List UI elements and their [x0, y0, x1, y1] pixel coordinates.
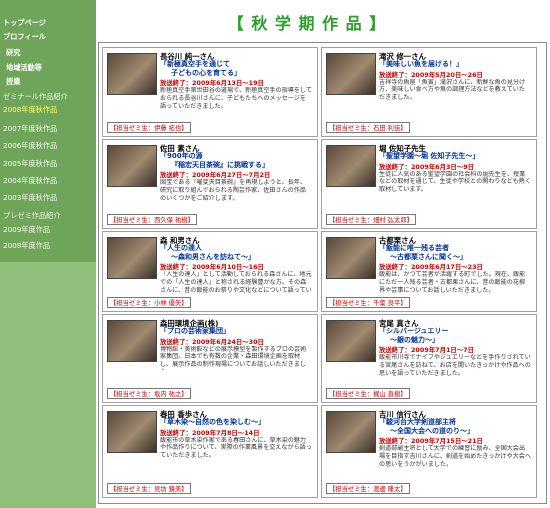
work-card: 宮尾 真さん 「シルバージュエリー 〜銀の魅力〜」 放送終了：2009年7月1日〜7日…	[321, 314, 537, 403]
work-card: 古都栗さん 「飯能に唯一残る芸者 〜古都栗さんに聞く〜」 放送終了：2009年6月17…	[321, 231, 537, 312]
work-description: 剣道部副主将として大学での練習に励み、全国大会出場を目指す吉川さんに、剣道を始め…	[379, 445, 531, 468]
seminar-student-credit: 【担当ゼミ生：小林 優矢】	[107, 297, 191, 308]
work-description: 飯能は、かつて芸者が活躍する町でした。現在、飯能にただ一人残る芸者・古都栗さんに…	[379, 271, 526, 294]
sidebar-item-2003-autumn[interactable]: 2003年度秋作品	[3, 193, 57, 202]
seminar-student-credit: 【担当ゼミ生：坂内 祐之】	[107, 388, 191, 399]
work-photo	[107, 53, 157, 95]
work-description: 「人生の達人」として活動しておられる森さんに、地元での「人生の達人」と称される経…	[160, 271, 312, 295]
work-photo	[107, 411, 157, 453]
work-description: 博物館・美術館などの展示模型を製作するプロの芸術家集団。日本でも有数の企業・森田…	[160, 345, 307, 370]
sidebar-item-top[interactable]: トップページ	[3, 18, 46, 27]
work-photo	[326, 237, 376, 279]
work-card: 滝沢 修一さん 「美味しい魚を届ける！」 放送終了：2009年5月20日〜26日 吉祥…	[321, 47, 537, 137]
seminar-student-credit: 【担当ゼミ生：畑村 弘太郎】	[326, 214, 416, 225]
work-card: 佐田 素さん 「900年の源 『稲宏天目茶碗』に挑戦する」 放送終了：2009年6月2…	[102, 139, 318, 229]
sidebar-item-2007-autumn[interactable]: 2007年度秋作品	[3, 124, 57, 133]
work-subtitle[interactable]: 「プロの芸術家集団」	[160, 327, 230, 335]
work-photo	[107, 145, 157, 187]
work-subtitle[interactable]: 〜森和男さんを訪ねて〜」	[171, 253, 255, 261]
sidebar-item-preseminar-works[interactable]: プレゼミ作品紹介	[3, 211, 61, 220]
work-subtitle[interactable]: 「900年の源	[160, 152, 203, 160]
work-subtitle[interactable]: 「聖望学園〜堀 佐知子先生〜」	[379, 152, 479, 160]
sidebar-item-2009-works[interactable]: 2009年度作品	[3, 225, 50, 234]
work-subtitle[interactable]: 「美味しい魚を届ける！」	[379, 60, 463, 68]
seminar-student-credit: 【担当ゼミ生：渡邊 隆太】	[326, 483, 410, 494]
sidebar-item-class[interactable]: 授業	[6, 77, 20, 86]
broadcast-date: 放送終了：2009年6月13日〜19日	[160, 79, 264, 88]
work-subtitle[interactable]: 「草木染〜自然の色を染しむ〜」	[160, 418, 265, 426]
work-description: 飯能市の草木染作家である春田さんに、草木染の魅力や作品作りについて、実際の作業風…	[160, 436, 312, 460]
broadcast-date: 放送終了：2009年6月17日〜23日	[379, 263, 483, 272]
work-description: 国宝である『曜変天目茶碗』を再現しようと、長年、研究に取り組んでおられる陶芸作家…	[160, 179, 306, 202]
sidebar: トップページ プロフィール 研究地域活動等授業ゼミナール作品紹介 2008年度秋作品 2…	[0, 0, 96, 508]
broadcast-date: 放送終了：2009年7月1日〜7日	[379, 346, 475, 355]
broadcast-date: 放送終了：2009年5月20日〜26日	[379, 70, 483, 79]
work-subtitle[interactable]: 子どもの心を育てる」	[171, 69, 241, 77]
work-photo	[107, 237, 157, 279]
work-subtitle[interactable]: 「飯能に唯一残る芸者	[379, 244, 449, 252]
seminar-student-credit: 【担当ゼミ生：石田 利佳】	[326, 122, 410, 133]
broadcast-date: 放送終了：2009年6月10日〜16日	[160, 263, 264, 272]
works-grid: 長谷川 純一さん 「新極真空手を通じて 子どもの心を育てる」 放送終了：2009年6月…	[98, 42, 547, 504]
page-title: 【 秋 学 期 作 品 】	[227, 14, 387, 33]
work-card: 堀 佐知子先生 「聖望学園〜堀 佐知子先生〜」 放送終了：2009年6月3日〜9日生…	[321, 139, 537, 229]
work-subtitle[interactable]: 〜全国大会への道のり〜」	[390, 427, 474, 435]
work-subtitle[interactable]: 「人生の達人	[160, 244, 202, 252]
sidebar-lower-panel	[0, 262, 96, 508]
sidebar-item-2008-works[interactable]: 2008年度作品	[3, 241, 50, 250]
work-photo	[326, 320, 376, 362]
work-subtitle[interactable]: 〜古都栗さんに聞く〜」	[390, 253, 467, 261]
work-card: 長谷川 純一さん 「新極真空手を通じて 子どもの心を育てる」 放送終了：2009年6月…	[102, 47, 318, 137]
broadcast-date: 放送終了：2009年6月24日〜30日	[160, 337, 264, 346]
seminar-student-credit: 【担当ゼミ生：見坊 鏡美】	[107, 483, 191, 494]
work-description: 飯能市川寺でナイフやジュエリーなどを手作りされている宮尾さんを訪ねて、お店を開い…	[379, 354, 531, 377]
work-description: 生徒に人気のある聖望学園の社会科の堀先生を、授業などの取材を通じて、生徒や学校と…	[379, 170, 531, 194]
seminar-student-credit: 【担当ゼミ生：西久保 祐樹】	[107, 214, 197, 225]
work-card: 森田環境企画(株) 「プロの芸術家集団」 放送終了：2009年6月24日〜30日 博物…	[102, 314, 318, 403]
work-subtitle[interactable]: 〜銀の魅力〜」	[390, 336, 439, 344]
sidebar-item-2006-autumn[interactable]: 2006年度秋作品	[3, 141, 57, 150]
seminar-student-credit: 【担当ゼミ生：千葉 良平】	[326, 297, 410, 308]
broadcast-date: 放送終了：2009年7月15日〜21日	[379, 437, 483, 446]
sidebar-item-2004-autumn[interactable]: 2004年度秋作品	[3, 176, 57, 185]
broadcast-date: 放送終了：2009年6月3日〜9日	[379, 162, 475, 171]
work-card: 春田 香歩さん 「草木染〜自然の色を染しむ〜」 放送終了：2009年7月8日〜14日…	[102, 405, 318, 498]
work-card: 森 和男さん 「人生の達人 〜森和男さんを訪ねて〜」 放送終了：2009年6月10日〜…	[102, 231, 318, 312]
sidebar-item-2005-autumn[interactable]: 2005年度秋作品	[3, 159, 57, 168]
sidebar-item-research[interactable]: 研究	[6, 48, 20, 57]
sidebar-item-community[interactable]: 地域活動等	[6, 63, 42, 72]
work-subtitle[interactable]: 「新極真空手を通じて	[160, 60, 230, 68]
sidebar-item-seminar-works[interactable]: ゼミナール作品紹介	[3, 92, 68, 101]
seminar-student-credit: 【担当ゼミ生：伊藤 拓也】	[107, 122, 191, 133]
work-description: 新極真空手第世田谷の道場で、新極真空手の指導をしておられる長谷川さんに、子どもた…	[160, 87, 312, 110]
work-photo	[107, 320, 157, 362]
work-photo	[326, 145, 376, 187]
broadcast-date: 放送終了：2009年6月27日〜7月2日	[160, 171, 271, 180]
work-photo	[326, 53, 376, 95]
work-card: 吉川 信行さん 「駿河台大学剣道部主将 〜全国大会への道のり〜」 放送終了：2009年…	[321, 405, 537, 498]
sidebar-item-2008-autumn[interactable]: 2008年度秋作品	[3, 105, 57, 114]
work-subtitle[interactable]: 『稲宏天目茶碗』に挑戦する」	[171, 161, 269, 169]
seminar-student-credit: 【担当ゼミ生：梶山 直樹】	[326, 388, 410, 399]
work-subtitle[interactable]: 「駿河台大学剣道部主将	[379, 418, 456, 426]
broadcast-date: 放送終了：2009年7月8日〜14日	[160, 428, 260, 437]
sidebar-item-profile[interactable]: プロフィール	[3, 32, 46, 41]
work-photo	[326, 411, 376, 453]
work-subtitle[interactable]: 「シルバージュエリー	[379, 327, 448, 335]
work-description: 吉祥寺の魚屋「魚寅」滝沢さんに、新鮮な魚の見分け方、美味しい食べ方や魚の調理方法…	[379, 78, 526, 102]
